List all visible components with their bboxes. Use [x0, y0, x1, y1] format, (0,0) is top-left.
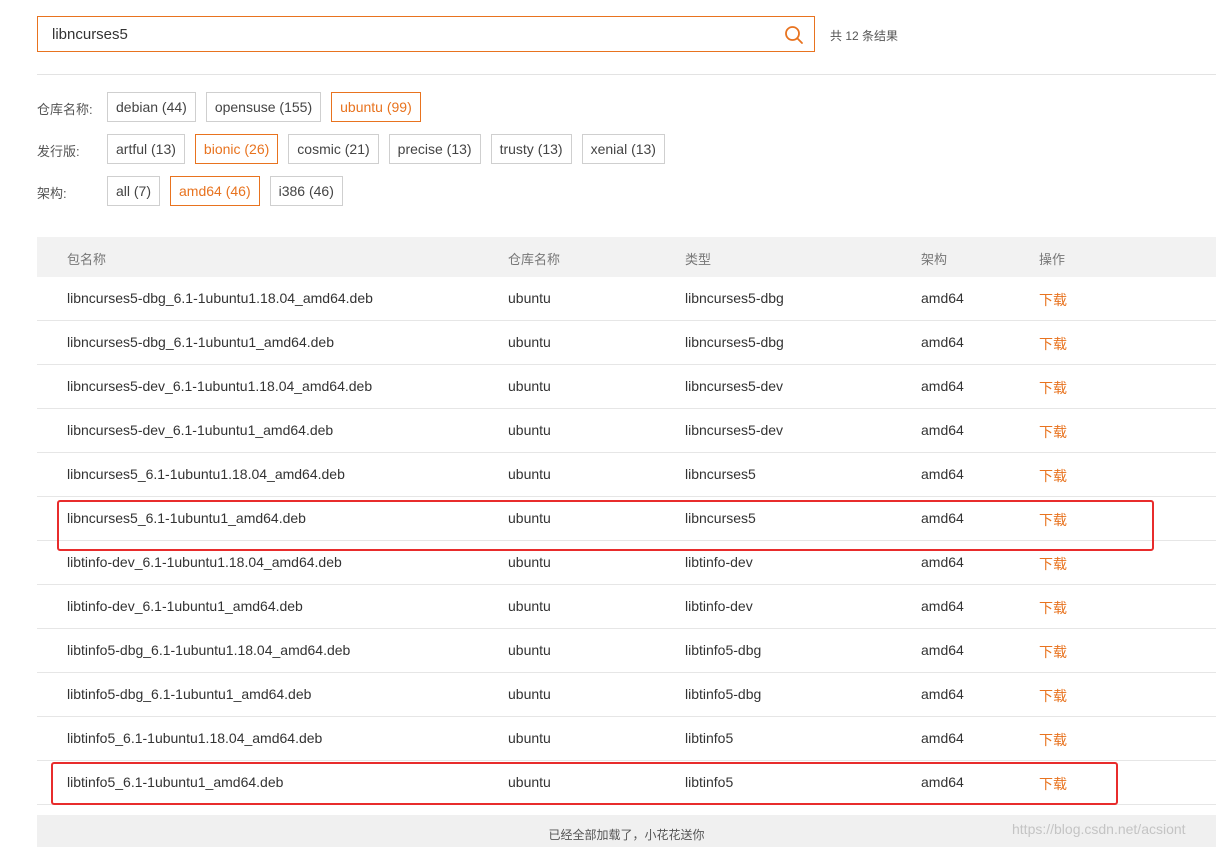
- cell-type: libncurses5-dbg: [685, 290, 784, 306]
- column-header-action: 操作: [1039, 252, 1066, 267]
- table-row: libncurses5-dev_6.1-1ubuntu1_amd64.deb ub…: [37, 409, 1216, 453]
- cell-repository: ubuntu: [508, 422, 551, 438]
- filter-label: 仓库名称:: [37, 102, 93, 117]
- table-row: libtinfo5_6.1-1ubuntu1.18.04_amd64.deb ub…: [37, 717, 1216, 761]
- cell-arch: amd64: [921, 554, 964, 570]
- download-link[interactable]: 下载: [1039, 334, 1067, 354]
- filter-chip-bionic[interactable]: bionic (26): [194, 134, 279, 164]
- filter-chip-xenial[interactable]: xenial (13): [581, 134, 665, 164]
- cell-package-name: libtinfo-dev_6.1-1ubuntu1_amd64.deb: [67, 598, 303, 614]
- filter-chip-all[interactable]: all (7): [107, 176, 161, 206]
- highlight-box: [51, 762, 1118, 805]
- column-header-arch: 架构: [921, 252, 948, 267]
- table-row: libncurses5-dbg_6.1-1ubuntu1.18.04_amd64…: [37, 277, 1216, 321]
- divider: [37, 74, 1216, 75]
- download-link[interactable]: 下载: [1039, 686, 1067, 706]
- cell-arch: amd64: [921, 422, 964, 438]
- download-link[interactable]: 下载: [1039, 422, 1067, 442]
- cell-package-name: libtinfo-dev_6.1-1ubuntu1.18.04_amd64.de…: [67, 554, 342, 570]
- filter-chip-cosmic[interactable]: cosmic (21): [288, 134, 379, 164]
- cell-arch: amd64: [921, 686, 964, 702]
- table-row: libncurses5_6.1-1ubuntu1.18.04_amd64.deb…: [37, 453, 1216, 497]
- table-row: libncurses5-dev_6.1-1ubuntu1.18.04_amd64…: [37, 365, 1216, 409]
- filter-label: 架构:: [37, 186, 67, 201]
- cell-type: libncurses5-dev: [685, 422, 784, 438]
- search-box[interactable]: [37, 16, 815, 52]
- cell-arch: amd64: [921, 730, 964, 746]
- filter-chip-opensuse[interactable]: opensuse (155): [205, 92, 322, 122]
- search-icon[interactable]: [784, 25, 804, 45]
- cell-package-name: libtinfo5-dbg_6.1-1ubuntu1.18.04_amd64.d…: [67, 642, 351, 658]
- cell-arch: amd64: [921, 290, 964, 306]
- column-header-package-name: 包名称: [67, 252, 107, 267]
- filter-chip-amd64[interactable]: amd64 (46): [170, 176, 260, 206]
- download-link[interactable]: 下载: [1039, 290, 1067, 310]
- cell-package-name: libncurses5_6.1-1ubuntu1.18.04_amd64.deb: [67, 466, 345, 482]
- cell-repository: ubuntu: [508, 686, 551, 702]
- cell-repository: ubuntu: [508, 598, 551, 614]
- cell-package-name: libncurses5-dbg_6.1-1ubuntu1_amd64.deb: [67, 334, 334, 350]
- table-row: libtinfo-dev_6.1-1ubuntu1_amd64.deb ubunt…: [37, 585, 1216, 629]
- cell-arch: amd64: [921, 378, 964, 394]
- cell-package-name: libncurses5-dbg_6.1-1ubuntu1.18.04_amd64…: [67, 290, 373, 306]
- download-link[interactable]: 下载: [1039, 730, 1067, 750]
- search-input[interactable]: [52, 17, 772, 51]
- cell-type: libtinfo5-dbg: [685, 642, 762, 658]
- filter-chip-precise[interactable]: precise (13): [388, 134, 481, 164]
- table-row: libtinfo5-dbg_6.1-1ubuntu1_amd64.deb ubun…: [37, 673, 1216, 717]
- cell-repository: ubuntu: [508, 642, 551, 658]
- cell-type: libncurses5-dev: [685, 378, 784, 394]
- cell-type: libncurses5: [685, 466, 756, 482]
- cell-repository: ubuntu: [508, 290, 551, 306]
- filter-chip-ubuntu[interactable]: ubuntu (99): [331, 92, 421, 122]
- cell-package-name: libtinfo5-dbg_6.1-1ubuntu1_amd64.deb: [67, 686, 312, 702]
- table-row: libtinfo5-dbg_6.1-1ubuntu1.18.04_amd64.d…: [37, 629, 1216, 673]
- cell-type: libtinfo-dev: [685, 554, 753, 570]
- cell-repository: ubuntu: [508, 466, 551, 482]
- table-header: 包名称 仓库名称 类型 架构 操作: [37, 237, 1216, 277]
- cell-repository: ubuntu: [508, 334, 551, 350]
- cell-arch: amd64: [921, 466, 964, 482]
- cell-arch: amd64: [921, 598, 964, 614]
- filter-chip-debian[interactable]: debian (44): [107, 92, 196, 122]
- cell-repository: ubuntu: [508, 378, 551, 394]
- cell-type: libncurses5-dbg: [685, 334, 784, 350]
- filter-chip-artful[interactable]: artful (13): [107, 134, 185, 164]
- cell-type: libtinfo5-dbg: [685, 686, 762, 702]
- cell-package-name: libtinfo5_6.1-1ubuntu1.18.04_amd64.deb: [67, 730, 323, 746]
- highlight-box: [57, 500, 1154, 551]
- cell-arch: amd64: [921, 642, 964, 658]
- cell-arch: amd64: [921, 334, 964, 350]
- download-link[interactable]: 下载: [1039, 466, 1067, 486]
- cell-repository: ubuntu: [508, 554, 551, 570]
- filter-label: 发行版:: [37, 144, 80, 159]
- download-link[interactable]: 下载: [1039, 554, 1067, 574]
- download-link[interactable]: 下载: [1039, 378, 1067, 398]
- column-header-type: 类型: [685, 252, 712, 267]
- watermark: https://blog.csdn.net/acsiont: [1012, 821, 1186, 837]
- filter-chip-trusty[interactable]: trusty (13): [490, 134, 572, 164]
- cell-type: libtinfo-dev: [685, 598, 753, 614]
- table-row: libncurses5-dbg_6.1-1ubuntu1_amd64.deb ub…: [37, 321, 1216, 365]
- filter-chip-i386[interactable]: i386 (46): [269, 176, 343, 206]
- cell-type: libtinfo5: [685, 730, 734, 746]
- cell-package-name: libncurses5-dev_6.1-1ubuntu1_amd64.deb: [67, 422, 334, 438]
- column-header-repository: 仓库名称: [508, 252, 561, 267]
- download-link[interactable]: 下载: [1039, 642, 1067, 662]
- cell-package-name: libncurses5-dev_6.1-1ubuntu1.18.04_amd64…: [67, 378, 373, 394]
- download-link[interactable]: 下载: [1039, 598, 1067, 618]
- cell-repository: ubuntu: [508, 730, 551, 746]
- result-count: 共 12 条结果: [830, 29, 899, 43]
